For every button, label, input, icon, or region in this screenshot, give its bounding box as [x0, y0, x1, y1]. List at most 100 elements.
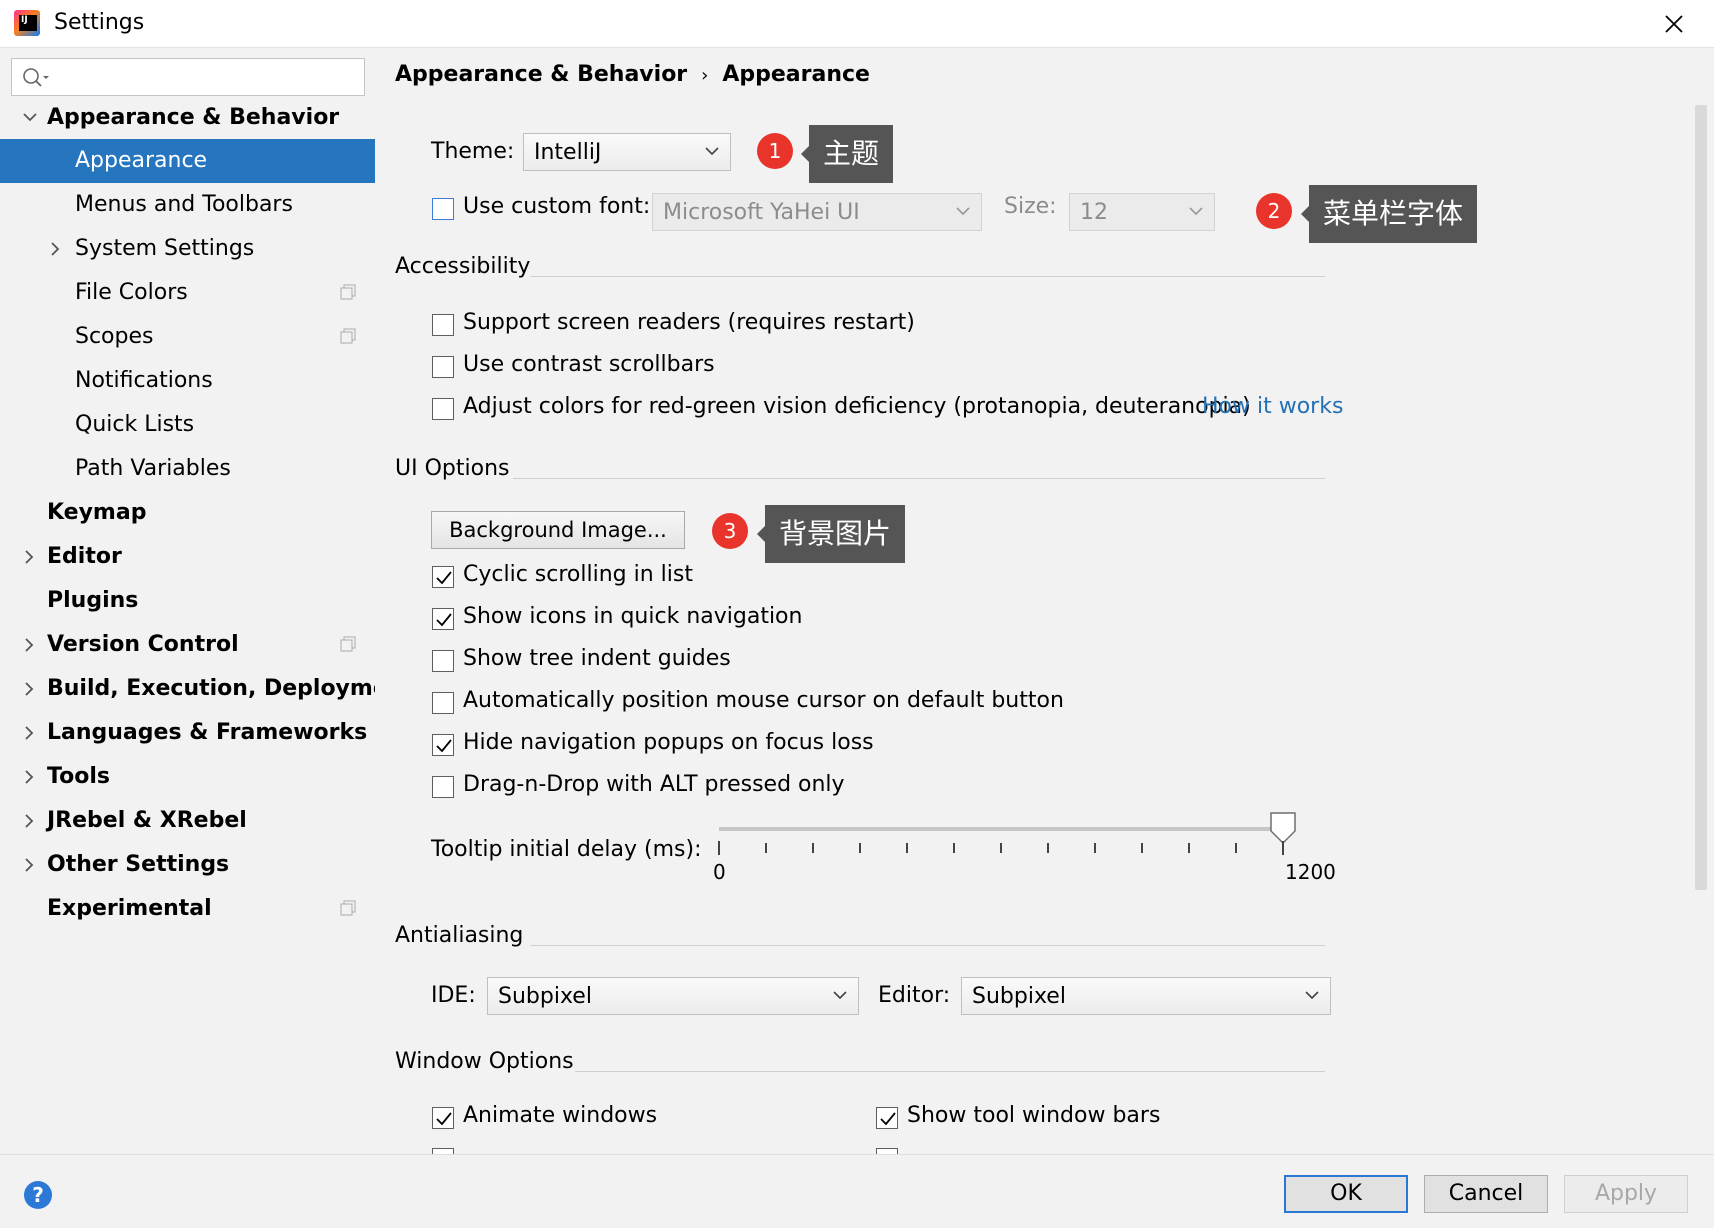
- tree-file-colors[interactable]: File Colors: [0, 271, 375, 315]
- color-deficiency-checkbox[interactable]: [432, 398, 454, 420]
- close-icon: [1665, 15, 1683, 33]
- show-tool-window-bars-label: Show tool window bars: [907, 1103, 1161, 1128]
- chevron-down-icon: [1305, 991, 1319, 1000]
- tree-label: Editor: [47, 544, 122, 569]
- slider-tick: [1047, 843, 1049, 853]
- tree-keymap[interactable]: Keymap: [0, 491, 375, 535]
- tree-label: Menus and Toolbars: [75, 192, 293, 217]
- tree-path-variables[interactable]: Path Variables: [0, 447, 375, 491]
- accessibility-section-title: Accessibility: [395, 254, 531, 279]
- chevron-down-icon: [1189, 207, 1203, 216]
- contrast-scrollbars-label: Use contrast scrollbars: [463, 352, 715, 377]
- screen-readers-checkbox[interactable]: [432, 314, 454, 336]
- theme-label: Theme:: [431, 139, 515, 164]
- tooltip-delay-label: Tooltip initial delay (ms):: [431, 837, 702, 862]
- chevron-right-icon: [25, 638, 34, 652]
- chevron-down-icon: [705, 147, 719, 156]
- tree-label: Path Variables: [75, 456, 231, 481]
- project-level-icon: [340, 328, 356, 344]
- callout-label: 主题: [800, 125, 894, 183]
- auto-position-cursor-label: Automatically position mouse cursor on d…: [463, 688, 1064, 713]
- chevron-right-icon: [25, 814, 34, 828]
- tree-label: Quick Lists: [75, 412, 195, 437]
- cyclic-scrolling-label: Cyclic scrolling in list: [463, 562, 693, 587]
- editor-antialiasing-value: Subpixel: [972, 984, 1066, 1009]
- chevron-right-icon: [51, 242, 60, 256]
- section-divider: [575, 1071, 1325, 1072]
- slider-tick: [1141, 843, 1143, 853]
- tree-quick-lists[interactable]: Quick Lists: [0, 403, 375, 447]
- font-size-dropdown[interactable]: 12: [1069, 193, 1215, 231]
- tree-other-settings[interactable]: Other Settings: [0, 843, 375, 887]
- callout-number: 3: [712, 513, 748, 549]
- apply-button[interactable]: Apply: [1564, 1175, 1688, 1213]
- tree-label: Tools: [47, 764, 110, 789]
- antialiasing-section-title: Antialiasing: [395, 923, 524, 948]
- hide-nav-popups-checkbox[interactable]: [432, 734, 454, 756]
- tree-build-execution-deployment[interactable]: Build, Execution, Deployment: [0, 667, 414, 711]
- tree-appearance-behavior[interactable]: Appearance & Behavior: [0, 96, 375, 140]
- tree-label: System Settings: [75, 236, 255, 261]
- tree-menus-toolbars[interactable]: Menus and Toolbars: [0, 183, 375, 227]
- slider-tick: [765, 843, 767, 853]
- search-field[interactable]: [11, 58, 365, 96]
- contrast-scrollbars-checkbox[interactable]: [432, 356, 454, 378]
- background-image-button[interactable]: Background Image...: [431, 511, 685, 549]
- font-family-dropdown[interactable]: Microsoft YaHei UI: [652, 193, 982, 231]
- tree-scopes[interactable]: Scopes: [0, 315, 375, 359]
- tree-label: Appearance: [75, 148, 208, 173]
- screen-readers-label: Support screen readers (requires restart…: [463, 310, 915, 335]
- custom-font-checkbox[interactable]: [432, 198, 454, 220]
- close-button[interactable]: [1654, 4, 1694, 44]
- theme-dropdown[interactable]: IntelliJ: [523, 133, 731, 171]
- cyclic-scrolling-checkbox[interactable]: [432, 566, 454, 588]
- drag-n-drop-alt-checkbox[interactable]: [432, 776, 454, 798]
- custom-font-label: Use custom font:: [463, 194, 651, 219]
- animate-windows-checkbox[interactable]: [432, 1107, 454, 1129]
- slider-thumb[interactable]: [1269, 811, 1297, 845]
- settings-content: Appearance & Behavior › Appearance Theme: …: [375, 48, 1714, 1154]
- vertical-scrollbar[interactable]: [1695, 105, 1707, 890]
- chevron-right-icon: [25, 550, 34, 564]
- tree-label: Build, Execution, Deployment: [47, 676, 414, 701]
- hide-nav-popups-label: Hide navigation popups on focus loss: [463, 730, 874, 755]
- dialog-button-bar: ? OK Cancel Apply: [0, 1154, 1714, 1228]
- editor-antialiasing-dropdown[interactable]: Subpixel: [961, 977, 1331, 1015]
- tree-version-control[interactable]: Version Control: [0, 623, 375, 667]
- chevron-right-icon: [25, 858, 34, 872]
- color-deficiency-label: Adjust colors for red-green vision defic…: [463, 394, 1251, 419]
- ide-antialiasing-dropdown[interactable]: Subpixel: [487, 977, 859, 1015]
- how-it-works-link[interactable]: How it works: [1202, 394, 1343, 419]
- auto-position-cursor-checkbox[interactable]: [432, 692, 454, 714]
- search-input[interactable]: [54, 63, 354, 91]
- checkmark-icon: [880, 1112, 896, 1126]
- tree-jrebel-xrebel[interactable]: JRebel & XRebel: [0, 799, 375, 843]
- tree-appearance[interactable]: Appearance: [0, 139, 375, 183]
- tree-label: JRebel & XRebel: [47, 808, 247, 833]
- ide-antialiasing-label: IDE:: [431, 983, 476, 1008]
- tree-indent-guides-checkbox[interactable]: [432, 650, 454, 672]
- breadcrumb-parent[interactable]: Appearance & Behavior: [395, 62, 687, 87]
- section-divider: [530, 945, 1325, 946]
- font-size-value: 12: [1080, 200, 1108, 225]
- tree-editor[interactable]: Editor: [0, 535, 375, 579]
- tree-plugins[interactable]: Plugins: [0, 579, 375, 623]
- slider-tick: [1094, 843, 1096, 853]
- tree-notifications[interactable]: Notifications: [0, 359, 375, 403]
- tree-tools[interactable]: Tools: [0, 755, 375, 799]
- ok-button[interactable]: OK: [1284, 1175, 1408, 1213]
- slider-tick: [718, 841, 720, 855]
- tree-label: Experimental: [47, 896, 212, 921]
- quick-nav-icons-checkbox[interactable]: [432, 608, 454, 630]
- tree-languages-frameworks[interactable]: Languages & Frameworks: [0, 711, 375, 755]
- tooltip-delay-slider[interactable]: [719, 827, 1283, 831]
- slider-tick: [1188, 843, 1190, 853]
- animate-windows-label: Animate windows: [463, 1103, 658, 1128]
- tree-system-settings[interactable]: System Settings: [0, 227, 375, 271]
- tree-label: Scopes: [75, 324, 154, 349]
- show-tool-window-bars-checkbox[interactable]: [876, 1107, 898, 1129]
- slider-tick: [1000, 843, 1002, 853]
- cancel-button[interactable]: Cancel: [1424, 1175, 1548, 1213]
- tree-experimental[interactable]: Experimental: [0, 887, 375, 931]
- help-icon[interactable]: ?: [24, 1181, 52, 1209]
